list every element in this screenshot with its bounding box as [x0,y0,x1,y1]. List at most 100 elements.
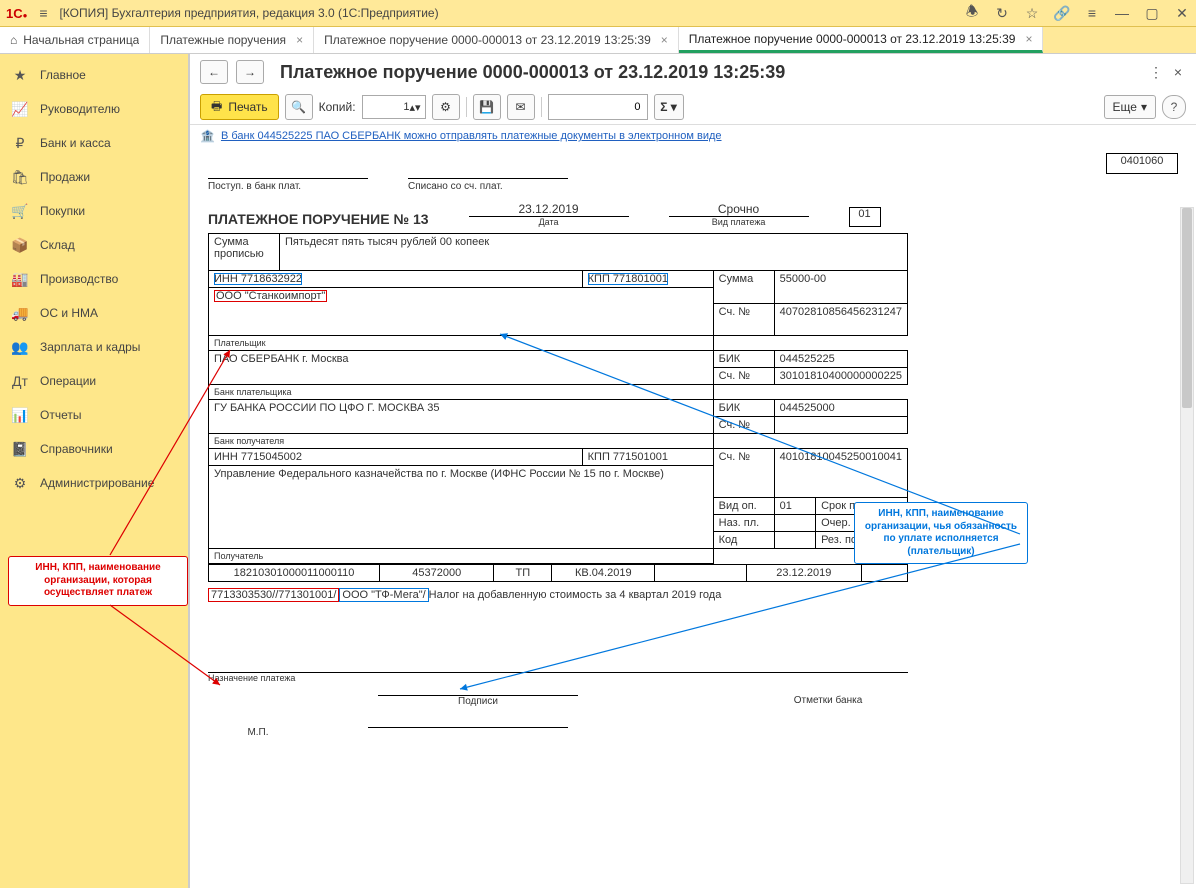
sidebar-item-purchases[interactable]: 🛒Покупки [0,194,188,228]
nav-forward-button[interactable]: → [236,60,264,84]
scroll-thumb[interactable] [1182,208,1192,408]
sidebar-item-main[interactable]: ★Главное [0,58,188,92]
sidebar-item-sales[interactable]: 🛍Продажи [0,160,188,194]
book-icon: 📓 [12,441,28,457]
purpose-label: Назначение платежа [208,672,908,683]
link-icon[interactable]: 🔗 [1054,5,1070,21]
save-button[interactable]: 💾 [473,94,501,120]
sidebar-item-admin[interactable]: ⚙ Администрирование [0,466,188,500]
toolbar: 🖶 Печать 🔍 Копий: 1 ▴▾ ⚙ 💾 ✉ Σ ▾ Еще ▾ ? [190,90,1196,125]
empty [655,565,747,582]
tab-list[interactable]: Платежные поручения × [150,27,314,53]
star-icon: ★ [12,67,28,83]
payee-kpp: КПП 771501001 [582,449,713,466]
sum-words-label: Сумма прописью [209,234,280,271]
sidebar-item-salary[interactable]: 👥 Зарплата и кадры [0,330,188,364]
payee-name: Управление Федерального казначейства по … [209,466,714,549]
mp-label: М.П. [208,727,308,738]
maximize-icon[interactable]: ▢ [1144,5,1160,21]
main-menu-icon[interactable]: ≡ [35,5,51,21]
payer-inn: ИНН 7718632922 [214,273,302,285]
sum-button[interactable]: Σ ▾ [654,94,684,120]
bank-icon: 🏦 [200,129,215,143]
copies-input[interactable]: 1 ▴▾ [362,95,426,119]
sort-icon[interactable]: ≡ [1084,5,1100,21]
sidebar-label: Продажи [40,170,90,184]
page-count-field[interactable] [548,94,648,120]
print-button[interactable]: 🖶 Печать [200,94,279,120]
tab-doc1-label: Платежное поручение 0000-000013 от 23.12… [324,33,651,47]
sidebar-label: Производство [40,272,118,286]
bell-icon[interactable]: 🕭 [964,5,980,21]
sidebar-item-warehouse[interactable]: 📦Склад [0,228,188,262]
tab-close-icon[interactable]: × [1025,32,1032,46]
bank-link[interactable]: В банк 044525225 ПАО СБЕРБАНК можно отпр… [221,130,722,142]
acc-label: Сч. № [713,417,774,434]
star-icon[interactable]: ☆ [1024,5,1040,21]
sidebar-label: Отчеты [40,408,81,422]
period: КВ.04.2019 [552,565,655,582]
tab-doc-1[interactable]: Платежное поручение 0000-000013 от 23.12… [314,27,679,53]
more-button[interactable]: Еще ▾ [1104,95,1156,119]
payer-name: ООО "Станкоимпорт" [214,290,327,302]
close-doc-icon[interactable]: × [1170,64,1186,80]
sum-label: Сумма [713,271,774,304]
pp-type-value: Срочно [669,202,809,217]
tab-doc2-label: Платежное поручение 0000-000013 от 23.12… [689,32,1016,46]
payer-label: Плательщик [209,336,714,351]
people-icon: 👥 [12,339,28,355]
sidebar-label: Зарплата и кадры [40,340,140,354]
tab-doc-2[interactable]: Платежное поручение 0000-000013 от 23.12… [679,27,1044,53]
help-button[interactable]: ? [1162,95,1186,119]
truck-icon: 🚚 [12,305,28,321]
history-icon[interactable]: ↻ [994,5,1010,21]
email-button[interactable]: ✉ [507,94,535,120]
preview-button[interactable]: 🔍 [285,94,313,120]
tab-close-icon[interactable]: × [296,33,303,47]
acc-label: Сч. № [713,449,774,498]
factory-icon: 🏭 [12,271,28,287]
bik-label-2: БИК [713,400,774,417]
sum-value: 55000-00 [774,271,907,304]
sidebar-label: Администрирование [40,476,154,490]
kebab-icon[interactable]: ⋮ [1148,64,1164,80]
scrollbar[interactable] [1180,207,1194,884]
home-icon: ⌂ [10,33,17,47]
settings-button[interactable]: ⚙ [432,94,460,120]
tab-close-icon[interactable]: × [661,33,668,47]
pp-date-label: Дата [469,217,629,227]
nav-back-button[interactable]: ← [200,60,228,84]
payer-bank: ПАО СБЕРБАНК г. Москва [209,351,714,385]
main-layout: ★Главное 📈Руководителю ₽Банк и касса 🛍Пр… [0,54,1196,888]
bik-label: БИК [713,351,774,368]
acc-label: Сч. № [713,304,774,336]
sidebar-item-bank[interactable]: ₽Банк и касса [0,126,188,160]
form-area[interactable]: 0401060 Поступ. в банк плат. Списано со … [190,147,1196,888]
sidebar-item-operations[interactable]: ДтОперации [0,364,188,398]
tab-home[interactable]: ⌂ Начальная страница [0,27,150,53]
close-icon[interactable]: ✕ [1174,5,1190,21]
payment-form-table: Сумма прописью Пятьдесят пять тысяч рубл… [208,233,908,564]
empty-cell [774,417,907,434]
pp-title: ПЛАТЕЖНОЕ ПОРУЧЕНИЕ № 13 [208,211,429,227]
pp-date-value: 23.12.2019 [469,202,629,217]
gear-icon: ⚙ [12,475,28,491]
sidebar-item-catalogs[interactable]: 📓Справочники [0,432,188,466]
received-label: Поступ. в банк плат. [208,178,368,192]
pp-type-label: Вид платежа [669,217,809,227]
sidebar-item-os[interactable]: 🚚ОС и НМА [0,296,188,330]
bank-payee-label: Банк получателя [209,434,714,449]
nazpl-label: Наз. пл. [713,515,774,532]
titlebar: 1C● ≡ [КОПИЯ] Бухгалтерия предприятия, р… [0,0,1196,27]
chart-icon: 📈 [12,101,28,117]
payer-account: 40702810856456231247 [774,304,907,336]
basis: ТП [494,565,552,582]
sidebar-label: Склад [40,238,75,252]
final-inn-kpp: 7713303530//771301001/ [208,588,339,602]
annotation-red: ИНН, КПП, наименование организации, кото… [8,556,188,606]
sidebar-item-reports[interactable]: 📊Отчеты [0,398,188,432]
minimize-icon[interactable]: — [1114,5,1130,21]
sidebar-item-production[interactable]: 🏭 Производство [0,262,188,296]
sidebar-item-manager[interactable]: 📈Руководителю [0,92,188,126]
payee-bank: ГУ БАНКА РОССИИ ПО ЦФО Г. МОСКВА 35 [209,400,714,434]
